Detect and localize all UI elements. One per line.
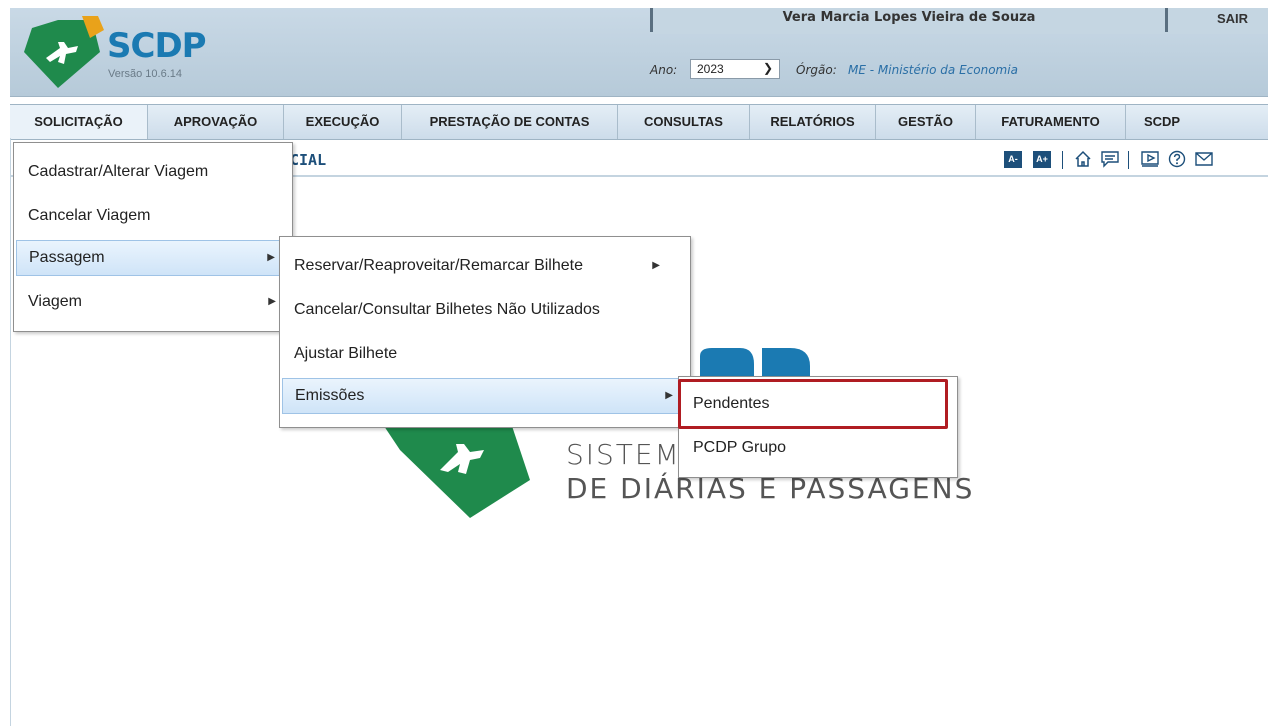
nav-solicitacao[interactable]: SOLICITAÇÃO bbox=[10, 105, 148, 139]
page-title: CIAL bbox=[290, 151, 327, 169]
nav-scdp[interactable]: SCDP bbox=[1126, 105, 1198, 139]
org-value[interactable]: ME - Ministério da Economia bbox=[848, 63, 1018, 77]
font-decrease-button[interactable]: A- bbox=[1004, 151, 1022, 168]
nav-aprovacao[interactable]: APROVAÇÃO bbox=[148, 105, 284, 139]
year-value: 2023 bbox=[697, 62, 724, 76]
nav-faturamento[interactable]: FATURAMENTO bbox=[976, 105, 1126, 139]
caret-right-icon: ▶ bbox=[652, 260, 660, 271]
menu-reservar-bilhete[interactable]: Reservar/Reaproveitar/Remarcar Bilhete ▶ bbox=[282, 249, 686, 283]
app-name: SCDP bbox=[107, 26, 207, 66]
menu-ajustar-bilhete[interactable]: Ajustar Bilhete bbox=[282, 337, 686, 371]
menu-item-label: Cadastrar/Alterar Viagem bbox=[28, 163, 209, 180]
menu-pcdp-grupo[interactable]: PCDP Grupo bbox=[681, 431, 953, 465]
app-version: Versão 10.6.14 bbox=[108, 68, 183, 80]
nav-relatorios[interactable]: RELATÓRIOS bbox=[750, 105, 876, 139]
page-border bbox=[10, 138, 11, 726]
app-header: SCDP Versão 10.6.14 Vera Marcia Lopes Vi… bbox=[10, 8, 1268, 97]
user-bar: Vera Marcia Lopes Vieira de Souza SAIR bbox=[650, 8, 1268, 34]
nav-gestao[interactable]: GESTÃO bbox=[876, 105, 976, 139]
passagem-submenu: Reservar/Reaproveitar/Remarcar Bilhete ▶… bbox=[279, 236, 691, 428]
highlight-box bbox=[678, 379, 948, 429]
menu-cancelar-consultar-bilhetes[interactable]: Cancelar/Consultar Bilhetes Não Utilizad… bbox=[282, 293, 686, 327]
chat-icon[interactable] bbox=[1100, 150, 1120, 172]
menu-item-label: Viagem bbox=[28, 293, 82, 310]
home-icon[interactable] bbox=[1074, 150, 1092, 172]
menu-cancelar-viagem[interactable]: Cancelar Viagem bbox=[16, 199, 288, 233]
plane-logo-icon bbox=[24, 16, 104, 88]
scdp-logo[interactable]: SCDP Versão 10.6.14 bbox=[20, 12, 210, 92]
year-label: Ano: bbox=[650, 63, 678, 77]
year-select[interactable]: 2023 ❯ bbox=[690, 59, 780, 79]
menu-item-label: Ajustar Bilhete bbox=[294, 345, 398, 362]
menu-item-label: Passagem bbox=[29, 249, 105, 266]
menu-cadastrar-alterar-viagem[interactable]: Cadastrar/Alterar Viagem bbox=[16, 155, 288, 189]
menu-viagem[interactable]: Viagem ▶ bbox=[16, 285, 288, 319]
solicitacao-menu: Cadastrar/Alterar Viagem Cancelar Viagem… bbox=[13, 142, 293, 332]
toolbar-divider bbox=[1062, 151, 1063, 169]
menu-item-label: PCDP Grupo bbox=[693, 439, 787, 456]
menu-item-label: Emissões bbox=[295, 387, 365, 404]
font-increase-button[interactable]: A+ bbox=[1033, 151, 1051, 168]
nav-prestacao-contas[interactable]: PRESTAÇÃO DE CONTAS bbox=[402, 105, 618, 139]
menu-emissoes[interactable]: Emissões ▶ bbox=[282, 378, 686, 414]
nav-consultas[interactable]: CONSULTAS bbox=[618, 105, 750, 139]
caret-right-icon: ▶ bbox=[268, 296, 276, 307]
menu-passagem[interactable]: Passagem ▶ bbox=[16, 240, 288, 276]
org-label: Órgão: bbox=[796, 63, 837, 77]
user-name: Vera Marcia Lopes Vieira de Souza bbox=[650, 8, 1168, 32]
menu-item-label: Reservar/Reaproveitar/Remarcar Bilhete bbox=[294, 257, 583, 274]
logout-button[interactable]: SAIR bbox=[1217, 11, 1248, 26]
nav-execucao[interactable]: EXECUÇÃO bbox=[284, 105, 402, 139]
menu-item-label: Cancelar Viagem bbox=[28, 207, 151, 224]
help-icon[interactable] bbox=[1168, 150, 1186, 172]
main-nav: SOLICITAÇÃO APROVAÇÃO EXECUÇÃO PRESTAÇÃO… bbox=[10, 104, 1268, 140]
video-icon[interactable] bbox=[1140, 150, 1160, 172]
mail-icon[interactable] bbox=[1194, 150, 1214, 172]
caret-right-icon: ▶ bbox=[267, 252, 275, 263]
caret-right-icon: ▶ bbox=[665, 390, 673, 401]
chevron-down-icon: ❯ bbox=[762, 61, 773, 75]
toolbar-divider bbox=[1128, 151, 1129, 169]
menu-item-label: Cancelar/Consultar Bilhetes Não Utilizad… bbox=[294, 301, 600, 318]
